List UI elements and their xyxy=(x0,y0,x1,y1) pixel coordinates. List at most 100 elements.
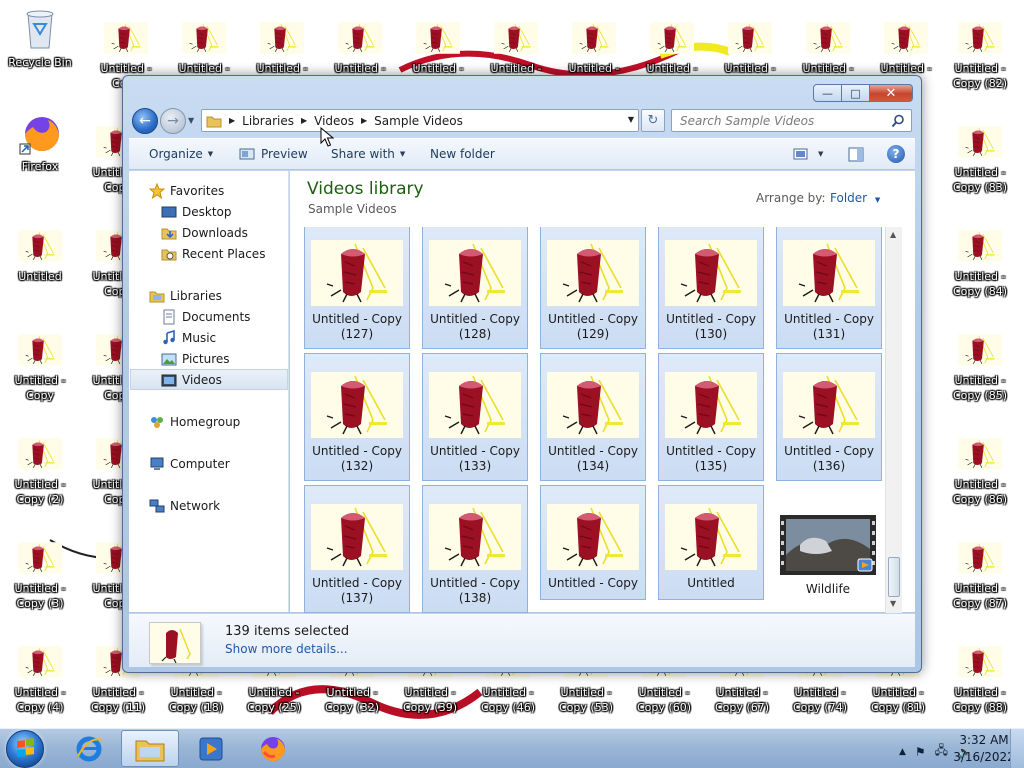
file-item[interactable]: Untitled xyxy=(658,485,764,600)
show-desktop-button[interactable] xyxy=(1010,729,1024,768)
untitled-file-icon xyxy=(884,18,928,58)
scroll-up-arrow-icon[interactable]: ▲ xyxy=(890,230,896,239)
star-icon xyxy=(149,182,165,199)
breadcrumb-libraries[interactable]: Libraries xyxy=(242,114,294,128)
preview-button[interactable]: Preview xyxy=(239,147,308,161)
desktop-icon-untitled[interactable]: Untitled - Copy xyxy=(8,326,72,416)
share-with-label: Share with xyxy=(331,147,395,161)
address-bar[interactable]: ▶ Libraries ▶ Videos ▶ Sample Videos ▼ xyxy=(201,109,639,132)
desktop-icon-recycle-bin[interactable]: Recycle Bin xyxy=(8,6,72,96)
explorer-window[interactable]: — □ ✕ ← → ▼ ▶ Libraries ▶ Videos ▶ Sampl… xyxy=(122,75,922,673)
firefox-icon xyxy=(19,117,59,155)
taskbar-windows-explorer[interactable] xyxy=(121,730,179,767)
change-view-button[interactable]: ▼ xyxy=(793,148,823,160)
file-item[interactable]: Untitled - Copy (135) xyxy=(658,353,764,481)
file-item[interactable]: Untitled - Copy (131) xyxy=(776,227,882,349)
desktop-icon-untitled[interactable]: Untitled - Copy (87) xyxy=(948,534,1012,624)
untitled-file-icon xyxy=(260,18,304,58)
action-center-flag-icon[interactable]: ⚑ xyxy=(915,745,926,759)
breadcrumb-separator[interactable]: ▶ xyxy=(361,116,367,125)
file-item[interactable]: Untitled - Copy (136) xyxy=(776,353,882,481)
nav-network[interactable]: Network xyxy=(149,495,307,516)
organize-button[interactable]: Organize ▼ xyxy=(149,147,213,161)
desktop-icon-untitled[interactable]: Untitled - Copy (82) xyxy=(948,14,1012,104)
desktop-icon-label: Untitled - Copy (2) xyxy=(14,478,66,506)
file-thumbnail xyxy=(783,372,875,438)
nav-computer[interactable]: Computer xyxy=(149,453,307,474)
desktop-icon-untitled[interactable]: Untitled - Copy (83) xyxy=(948,118,1012,208)
show-more-details-link[interactable]: Show more details... xyxy=(225,642,348,656)
share-with-button[interactable]: Share with ▼ xyxy=(331,147,405,161)
file-name-line1: Untitled - Copy xyxy=(666,312,756,326)
search-input[interactable]: Search Sample Videos xyxy=(671,109,912,132)
file-item[interactable]: Untitled - Copy (128) xyxy=(422,227,528,349)
taskbar-firefox[interactable] xyxy=(244,730,302,767)
file-item[interactable]: Untitled - Copy (132) xyxy=(304,353,410,481)
untitled-file-icon xyxy=(494,18,538,58)
nav-libraries[interactable]: Libraries xyxy=(149,285,307,306)
documents-icon xyxy=(163,309,175,324)
minimize-button[interactable]: — xyxy=(813,84,842,102)
untitled-thumbnail-icon xyxy=(18,542,62,574)
scroll-thumb[interactable] xyxy=(888,557,900,597)
vertical-scrollbar[interactable]: ▲ ▼ xyxy=(885,227,902,613)
network-icon[interactable]: 🖧 xyxy=(935,741,948,762)
untitled-thumbnail-icon xyxy=(650,22,694,54)
clock[interactable]: 3:32 AM 3/16/2022 xyxy=(952,732,1016,766)
nav-favorites[interactable]: Favorites xyxy=(149,180,307,201)
maximize-button[interactable]: □ xyxy=(841,84,870,102)
file-item[interactable]: Untitled - Copy (137) xyxy=(304,485,410,613)
recent-pages-chevron-down-icon[interactable]: ▼ xyxy=(188,116,194,125)
untitled-file-icon xyxy=(416,18,460,58)
nav-label: Homegroup xyxy=(170,414,241,429)
nav-label: Desktop xyxy=(182,204,232,219)
new-folder-button[interactable]: New folder xyxy=(430,147,495,161)
untitled-thumbnail-icon xyxy=(958,438,1002,470)
scroll-down-arrow-icon[interactable]: ▼ xyxy=(890,599,896,608)
desktop-icon-firefox[interactable]: Firefox xyxy=(8,112,72,202)
file-name-line1: Untitled - Copy xyxy=(430,576,520,590)
forward-button[interactable]: → xyxy=(160,108,186,134)
taskbar-internet-explorer[interactable] xyxy=(60,730,118,767)
file-item[interactable]: Untitled - Copy (133) xyxy=(422,353,528,481)
file-item[interactable]: Untitled - Copy (129) xyxy=(540,227,646,349)
desktop-icon-untitled[interactable]: Untitled - Copy (84) xyxy=(948,222,1012,312)
desktop-icon-untitled[interactable]: Untitled - Copy (2) xyxy=(8,430,72,520)
file-item[interactable]: Untitled - Copy (130) xyxy=(658,227,764,349)
back-button[interactable]: ← xyxy=(132,108,158,134)
show-hidden-icons-chevron-up-icon[interactable]: ▲ xyxy=(899,747,906,757)
taskbar-media-player[interactable] xyxy=(182,730,240,767)
desktop-icon-untitled[interactable]: Untitled - Copy (3) xyxy=(8,534,72,624)
desktop-icon-label: Untitled - Copy (88) xyxy=(953,686,1007,714)
file-item[interactable]: Untitled - Copy (138) xyxy=(422,485,528,613)
help-icon[interactable]: ? xyxy=(887,145,905,163)
close-button[interactable]: ✕ xyxy=(869,84,913,102)
desktop-icon-untitled[interactable]: Untitled - Copy (86) xyxy=(948,430,1012,520)
desktop-icon-untitled[interactable]: Untitled - Copy (88) xyxy=(948,638,1012,728)
desktop-icon-untitled[interactable]: Untitled xyxy=(8,222,72,312)
address-dropdown-chevron-down-icon[interactable]: ▼ xyxy=(628,115,634,124)
arrange-by-dropdown[interactable]: Folder ▼ xyxy=(830,191,880,205)
file-name-line1: Untitled - Copy xyxy=(548,444,638,458)
file-item[interactable]: Untitled - Copy (134) xyxy=(540,353,646,481)
downloads-folder-icon xyxy=(161,228,177,239)
breadcrumb-separator[interactable]: ▶ xyxy=(301,116,307,125)
file-thumbnail xyxy=(429,504,521,570)
folder-icon xyxy=(135,740,165,761)
breadcrumb-sample-videos[interactable]: Sample Videos xyxy=(374,114,463,128)
nav-homegroup[interactable]: Homegroup xyxy=(149,411,307,432)
file-item[interactable]: Untitled - Copy (127) xyxy=(304,227,410,349)
search-icon[interactable] xyxy=(891,114,905,128)
breadcrumb-videos[interactable]: Videos xyxy=(314,114,354,128)
nav-videos[interactable]: Videos xyxy=(130,369,288,390)
arrange-by-label: Arrange by: xyxy=(756,191,826,205)
file-item[interactable]: Untitled - Copy xyxy=(540,485,646,600)
desktop-icon-untitled[interactable]: Untitled - Copy (85) xyxy=(948,326,1012,416)
file-name-line1: Wildlife xyxy=(805,582,851,596)
start-button[interactable] xyxy=(6,730,44,768)
breadcrumb-separator[interactable]: ▶ xyxy=(229,116,235,125)
refresh-button[interactable]: ↻ xyxy=(641,109,665,132)
file-item-wildlife[interactable]: Wildlife xyxy=(776,485,882,613)
preview-pane-button[interactable] xyxy=(848,147,864,162)
desktop-icon-untitled[interactable]: Untitled - Copy (4) xyxy=(8,638,72,728)
